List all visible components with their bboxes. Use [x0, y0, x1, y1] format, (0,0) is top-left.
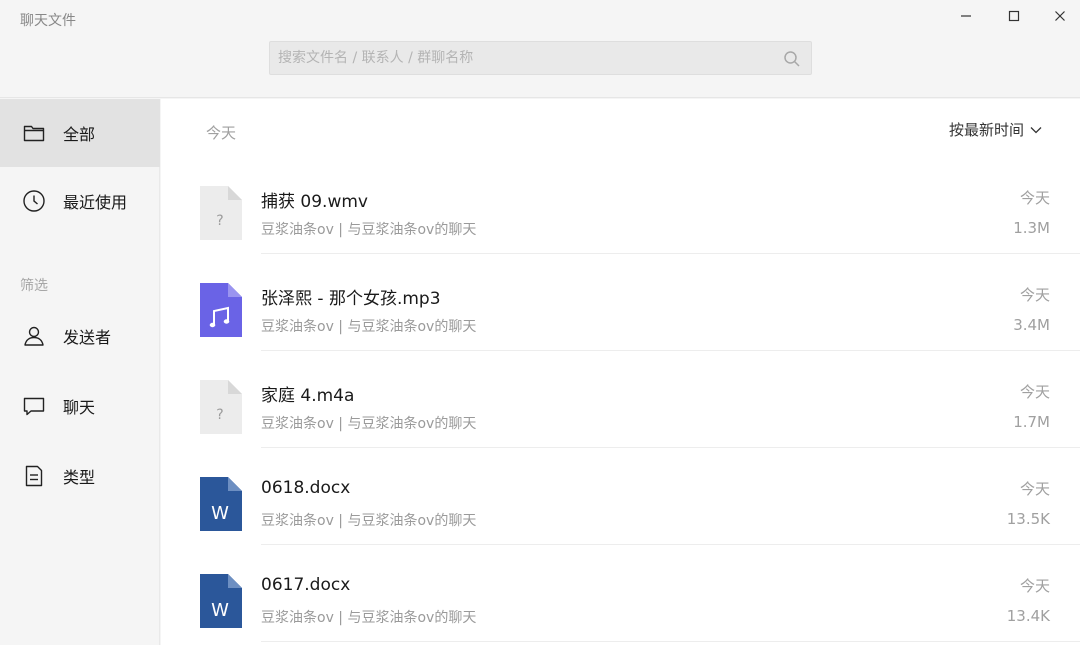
- file-size: 3.4M: [1013, 316, 1050, 334]
- sidebar-item-all[interactable]: 全部: [0, 99, 160, 167]
- file-icon-glyph: W: [211, 600, 229, 621]
- file-date: 今天: [1019, 189, 1050, 207]
- file-icon-glyph: W: [211, 503, 229, 524]
- file-size: 1.3M: [1013, 219, 1050, 237]
- file-name: 捕获 09.wmv: [261, 192, 368, 212]
- search-icon[interactable]: [783, 50, 801, 68]
- filter-heading: 筛选: [20, 278, 48, 294]
- clock-icon: [22, 189, 46, 213]
- file-size: 1.7M: [1013, 413, 1050, 431]
- file-source: 豆浆油条ov | 与豆浆油条ov的聊天: [261, 416, 477, 432]
- date-group-heading: 今天: [206, 124, 237, 142]
- file-row[interactable]: W 0617.docx 豆浆油条ov | 与豆浆油条ov的聊天 今天 13.4K: [161, 545, 1080, 642]
- file-list-panel: 今天 按最新时间 ? 捕获 09.wmv 豆浆油条ov | 与豆浆油条ov的聊天…: [161, 99, 1080, 645]
- file-date: 今天: [1019, 480, 1050, 498]
- file-name: 张泽熙 - 那个女孩.mp3: [261, 289, 441, 309]
- chevron-down-icon: [1030, 126, 1042, 133]
- file-icon-glyph: ?: [216, 213, 223, 229]
- file-name: 0618.docx: [261, 478, 351, 498]
- file-size: 13.4K: [1006, 607, 1050, 625]
- folder-icon: [22, 121, 46, 145]
- sidebar-item-label: 发送者: [63, 328, 112, 347]
- file-source: 豆浆油条ov | 与豆浆油条ov的聊天: [261, 513, 477, 529]
- sidebar-item-recent[interactable]: 最近使用: [0, 167, 160, 235]
- close-icon: [1055, 11, 1065, 21]
- sidebar-item-label: 最近使用: [63, 193, 128, 212]
- maximize-icon: [1008, 10, 1020, 22]
- file-source: 豆浆油条ov | 与豆浆油条ov的聊天: [261, 319, 477, 335]
- search-box[interactable]: [269, 41, 812, 75]
- sidebar-item-chat[interactable]: 聊天: [0, 372, 160, 440]
- sidebar-item-label: 聊天: [63, 398, 96, 417]
- sidebar-item-label: 类型: [63, 468, 96, 487]
- unknown-file-icon: ?: [200, 186, 242, 240]
- document-icon: [22, 464, 46, 488]
- search-input[interactable]: [270, 42, 770, 74]
- unknown-file-icon: ?: [200, 380, 242, 434]
- sidebar-item-sender[interactable]: 发送者: [0, 302, 160, 370]
- close-button[interactable]: [1045, 4, 1075, 28]
- chat-bubble-icon: [22, 394, 46, 418]
- file-date: 今天: [1019, 383, 1050, 401]
- title-bar: 聊天文件: [0, 0, 1080, 98]
- sidebar-item-type[interactable]: 类型: [0, 442, 160, 510]
- word-file-icon: W: [200, 574, 242, 628]
- word-file-icon: W: [200, 477, 242, 531]
- sort-dropdown[interactable]: 按最新时间: [949, 119, 1042, 140]
- file-icon-glyph: ?: [216, 407, 223, 423]
- sidebar-item-label: 全部: [63, 125, 96, 144]
- row-divider: [261, 641, 1080, 642]
- file-name: 家庭 4.m4a: [261, 386, 355, 406]
- maximize-button[interactable]: [999, 4, 1029, 28]
- file-row[interactable]: 张泽熙 - 那个女孩.mp3 豆浆油条ov | 与豆浆油条ov的聊天 今天 3.…: [161, 254, 1080, 351]
- sidebar: 全部 最近使用 筛选 发送者 聊天 类型: [0, 99, 160, 645]
- sort-label: 按最新时间: [948, 121, 1024, 139]
- app-title: 聊天文件: [20, 13, 76, 29]
- file-row[interactable]: ? 捕获 09.wmv 豆浆油条ov | 与豆浆油条ov的聊天 今天 1.3M: [161, 157, 1080, 254]
- minimize-icon: [961, 15, 971, 17]
- file-source: 豆浆油条ov | 与豆浆油条ov的聊天: [261, 610, 477, 626]
- file-row[interactable]: W 0618.docx 豆浆油条ov | 与豆浆油条ov的聊天 今天 13.5K: [161, 448, 1080, 545]
- file-date: 今天: [1019, 286, 1050, 304]
- file-source: 豆浆油条ov | 与豆浆油条ov的聊天: [261, 222, 477, 238]
- person-icon: [22, 324, 46, 348]
- file-name: 0617.docx: [261, 575, 351, 595]
- file-size: 13.5K: [1006, 510, 1050, 528]
- file-row[interactable]: ? 家庭 4.m4a 豆浆油条ov | 与豆浆油条ov的聊天 今天 1.7M: [161, 351, 1080, 448]
- music-file-icon: [200, 283, 242, 337]
- minimize-button[interactable]: [951, 4, 981, 28]
- file-date: 今天: [1019, 577, 1050, 595]
